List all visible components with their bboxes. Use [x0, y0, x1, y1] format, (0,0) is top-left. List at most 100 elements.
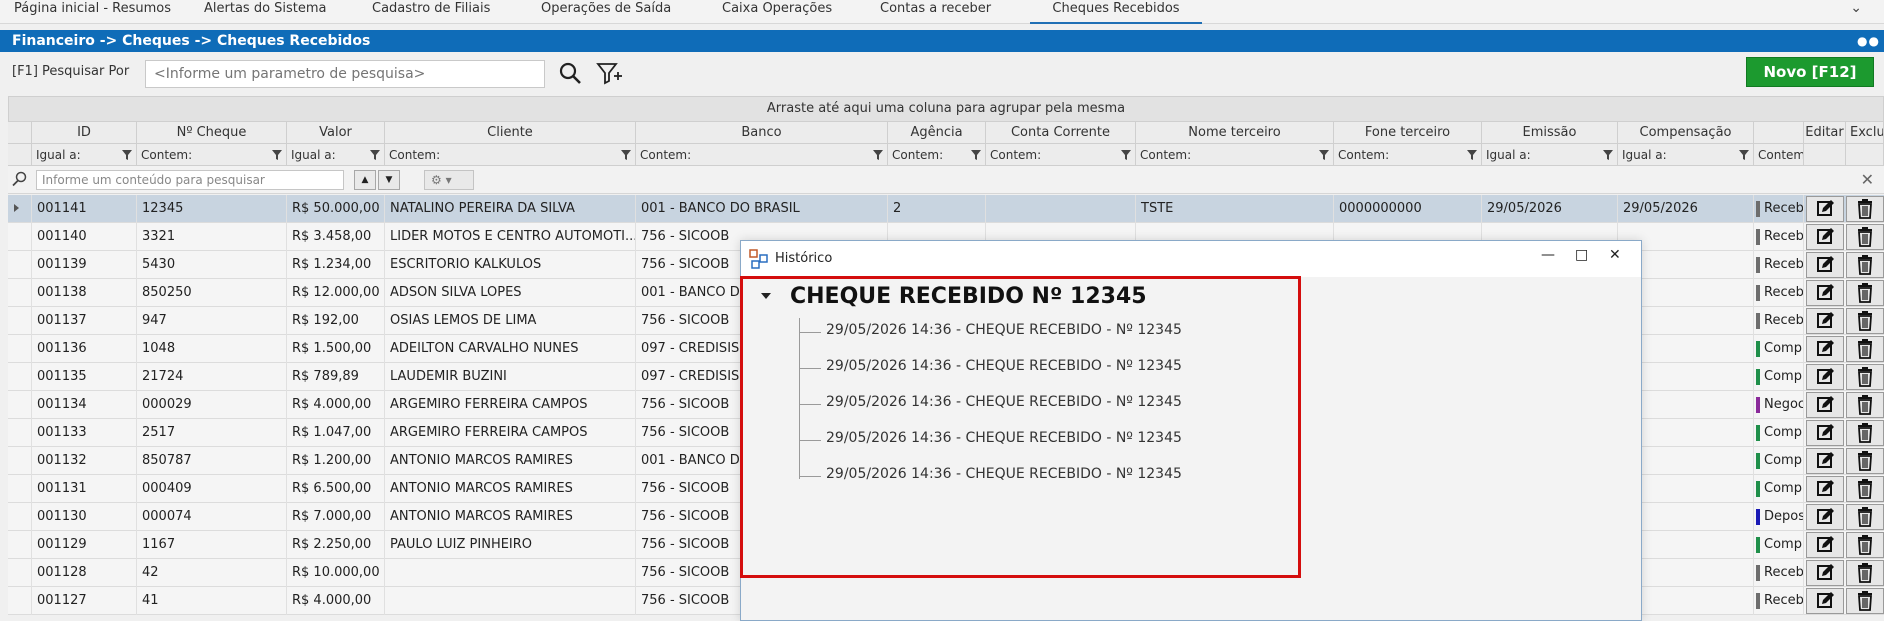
edit-button[interactable]: [1806, 476, 1844, 502]
header-nome-terceiro[interactable]: Nome terceiro: [1136, 122, 1334, 144]
tree-collapse-arrow-icon[interactable]: [761, 293, 771, 299]
cell-id: 001133: [32, 419, 137, 447]
edit-button[interactable]: [1806, 252, 1844, 278]
header-fone-terceiro[interactable]: Fone terceiro: [1334, 122, 1482, 144]
minimize-icon[interactable]: —: [1541, 247, 1555, 263]
cell-cliente: ANTONIO MARCOS RAMIRES: [385, 447, 636, 475]
edit-button[interactable]: [1806, 280, 1844, 306]
edit-icon: [1817, 536, 1834, 552]
tab-alertas[interactable]: Alertas do Sistema: [204, 0, 327, 24]
filter-nome-terceiro[interactable]: Contem:: [1136, 144, 1334, 166]
status-label: Comp: [1764, 453, 1802, 468]
search-prev-button[interactable]: ▲: [354, 170, 376, 190]
cell-cliente: ARGEMIRO FERREIRA CAMPOS: [385, 419, 636, 447]
filter-id[interactable]: Igual a:: [32, 144, 137, 166]
edit-button[interactable]: [1806, 420, 1844, 446]
search-input[interactable]: [145, 60, 545, 88]
delete-button[interactable]: [1846, 420, 1884, 446]
delete-button[interactable]: [1846, 252, 1884, 278]
filter-conta-corrente[interactable]: Contem:: [986, 144, 1136, 166]
header-banco[interactable]: Banco: [636, 122, 888, 144]
filter-banco[interactable]: Contem:: [636, 144, 888, 166]
header-id[interactable]: ID: [32, 122, 137, 144]
header-valor[interactable]: Valor: [287, 122, 385, 144]
delete-button[interactable]: [1846, 476, 1884, 502]
trash-icon: [1858, 591, 1872, 611]
header-conta-corrente[interactable]: Conta Corrente: [986, 122, 1136, 144]
delete-button[interactable]: [1846, 280, 1884, 306]
maximize-icon[interactable]: □: [1575, 247, 1588, 263]
header-agencia[interactable]: Agência: [888, 122, 986, 144]
chevron-down-icon[interactable]: ⌄: [1850, 0, 1862, 16]
delete-button[interactable]: [1846, 224, 1884, 250]
filter-cliente[interactable]: Contem:: [385, 144, 636, 166]
edit-button[interactable]: [1806, 588, 1844, 614]
delete-button[interactable]: [1846, 308, 1884, 334]
status-color-bar: [1756, 537, 1760, 553]
tab-operacoes-saida[interactable]: Operações de Saída: [541, 0, 671, 24]
edit-button[interactable]: [1806, 504, 1844, 530]
edit-button[interactable]: [1806, 560, 1844, 586]
header-situacao[interactable]: [1754, 122, 1804, 144]
delete-button[interactable]: [1846, 448, 1884, 474]
group-by-bar[interactable]: Arraste até aqui uma coluna para agrupar…: [8, 96, 1884, 122]
tree-history-item[interactable]: 29/05/2026 14:36 - CHEQUE RECEBIDO - Nº …: [826, 466, 1182, 482]
header-cliente[interactable]: Cliente: [385, 122, 636, 144]
gear-icon[interactable]: ⚙ ▾: [424, 170, 474, 190]
delete-button[interactable]: [1846, 504, 1884, 530]
close-dialog-icon[interactable]: ✕: [1609, 247, 1621, 263]
filter-compensacao[interactable]: Igual a:: [1618, 144, 1754, 166]
close-icon[interactable]: ✕: [1861, 170, 1874, 189]
search-icon[interactable]: [556, 60, 586, 88]
cell-valor: R$ 12.000,00: [287, 279, 385, 307]
filter-agencia[interactable]: Contem:: [888, 144, 986, 166]
edit-button[interactable]: [1806, 448, 1844, 474]
more-dots-icon[interactable]: ●●: [1857, 30, 1880, 52]
header-cheque[interactable]: Nº Cheque: [137, 122, 287, 144]
tree-root-title[interactable]: CHEQUE RECEBIDO Nº 12345: [790, 284, 1147, 309]
filter-add-icon[interactable]: [594, 60, 624, 88]
search-next-button[interactable]: ▼: [378, 170, 400, 190]
status-label: Comp: [1764, 481, 1802, 496]
status-label: Receb: [1764, 593, 1804, 608]
cell-situacao: Comp: [1754, 363, 1804, 391]
cell-cliente: NATALINO PEREIRA DA SILVA: [385, 195, 636, 223]
edit-button[interactable]: [1806, 364, 1844, 390]
edit-button[interactable]: [1806, 532, 1844, 558]
delete-button[interactable]: [1846, 364, 1884, 390]
tree-history-item[interactable]: 29/05/2026 14:36 - CHEQUE RECEBIDO - Nº …: [826, 430, 1182, 446]
new-button[interactable]: Novo [F12]: [1746, 57, 1874, 87]
filter-valor[interactable]: Igual a:: [287, 144, 385, 166]
table-row[interactable]: 001141 12345 R$ 50.000,00 NATALINO PEREIRA …: [8, 195, 1884, 223]
filter-cheque[interactable]: Contem:: [137, 144, 287, 166]
tab-cadastro-filiais[interactable]: Cadastro de Filiais: [372, 0, 490, 24]
edit-button[interactable]: [1806, 392, 1844, 418]
tab-pagina-inicial[interactable]: Página inicial - Resumos: [14, 0, 171, 24]
edit-button[interactable]: [1806, 336, 1844, 362]
edit-icon: [1817, 452, 1834, 468]
header-compensacao[interactable]: Compensação: [1618, 122, 1754, 144]
edit-button[interactable]: [1806, 196, 1844, 222]
delete-button[interactable]: [1846, 336, 1884, 362]
delete-button[interactable]: [1846, 560, 1884, 586]
delete-button[interactable]: [1846, 196, 1884, 222]
tree-history-item[interactable]: 29/05/2026 14:36 - CHEQUE RECEBIDO - Nº …: [826, 394, 1182, 410]
edit-button[interactable]: [1806, 224, 1844, 250]
grid-search-input[interactable]: Informe um conteúdo para pesquisar: [36, 170, 344, 190]
filter-fone-terceiro[interactable]: Contem:: [1334, 144, 1482, 166]
delete-button[interactable]: [1846, 588, 1884, 614]
tab-cheques-recebidos[interactable]: Cheques Recebidos: [1030, 0, 1202, 24]
filter-situacao[interactable]: Contem: [1754, 144, 1804, 166]
tab-contas-receber[interactable]: Contas a receber: [880, 0, 991, 24]
delete-button[interactable]: [1846, 392, 1884, 418]
tree-history-item[interactable]: 29/05/2026 14:36 - CHEQUE RECEBIDO - Nº …: [826, 322, 1182, 338]
funnel-icon: [873, 150, 883, 160]
tab-bar: Página inicial - Resumos Alertas do Sist…: [0, 0, 1884, 24]
filter-emissao[interactable]: Igual a:: [1482, 144, 1618, 166]
header-emissao[interactable]: Emissão: [1482, 122, 1618, 144]
trash-icon: [1858, 563, 1872, 583]
tab-caixa-operacoes[interactable]: Caixa Operações: [722, 0, 832, 24]
tree-history-item[interactable]: 29/05/2026 14:36 - CHEQUE RECEBIDO - Nº …: [826, 358, 1182, 374]
edit-button[interactable]: [1806, 308, 1844, 334]
delete-button[interactable]: [1846, 532, 1884, 558]
